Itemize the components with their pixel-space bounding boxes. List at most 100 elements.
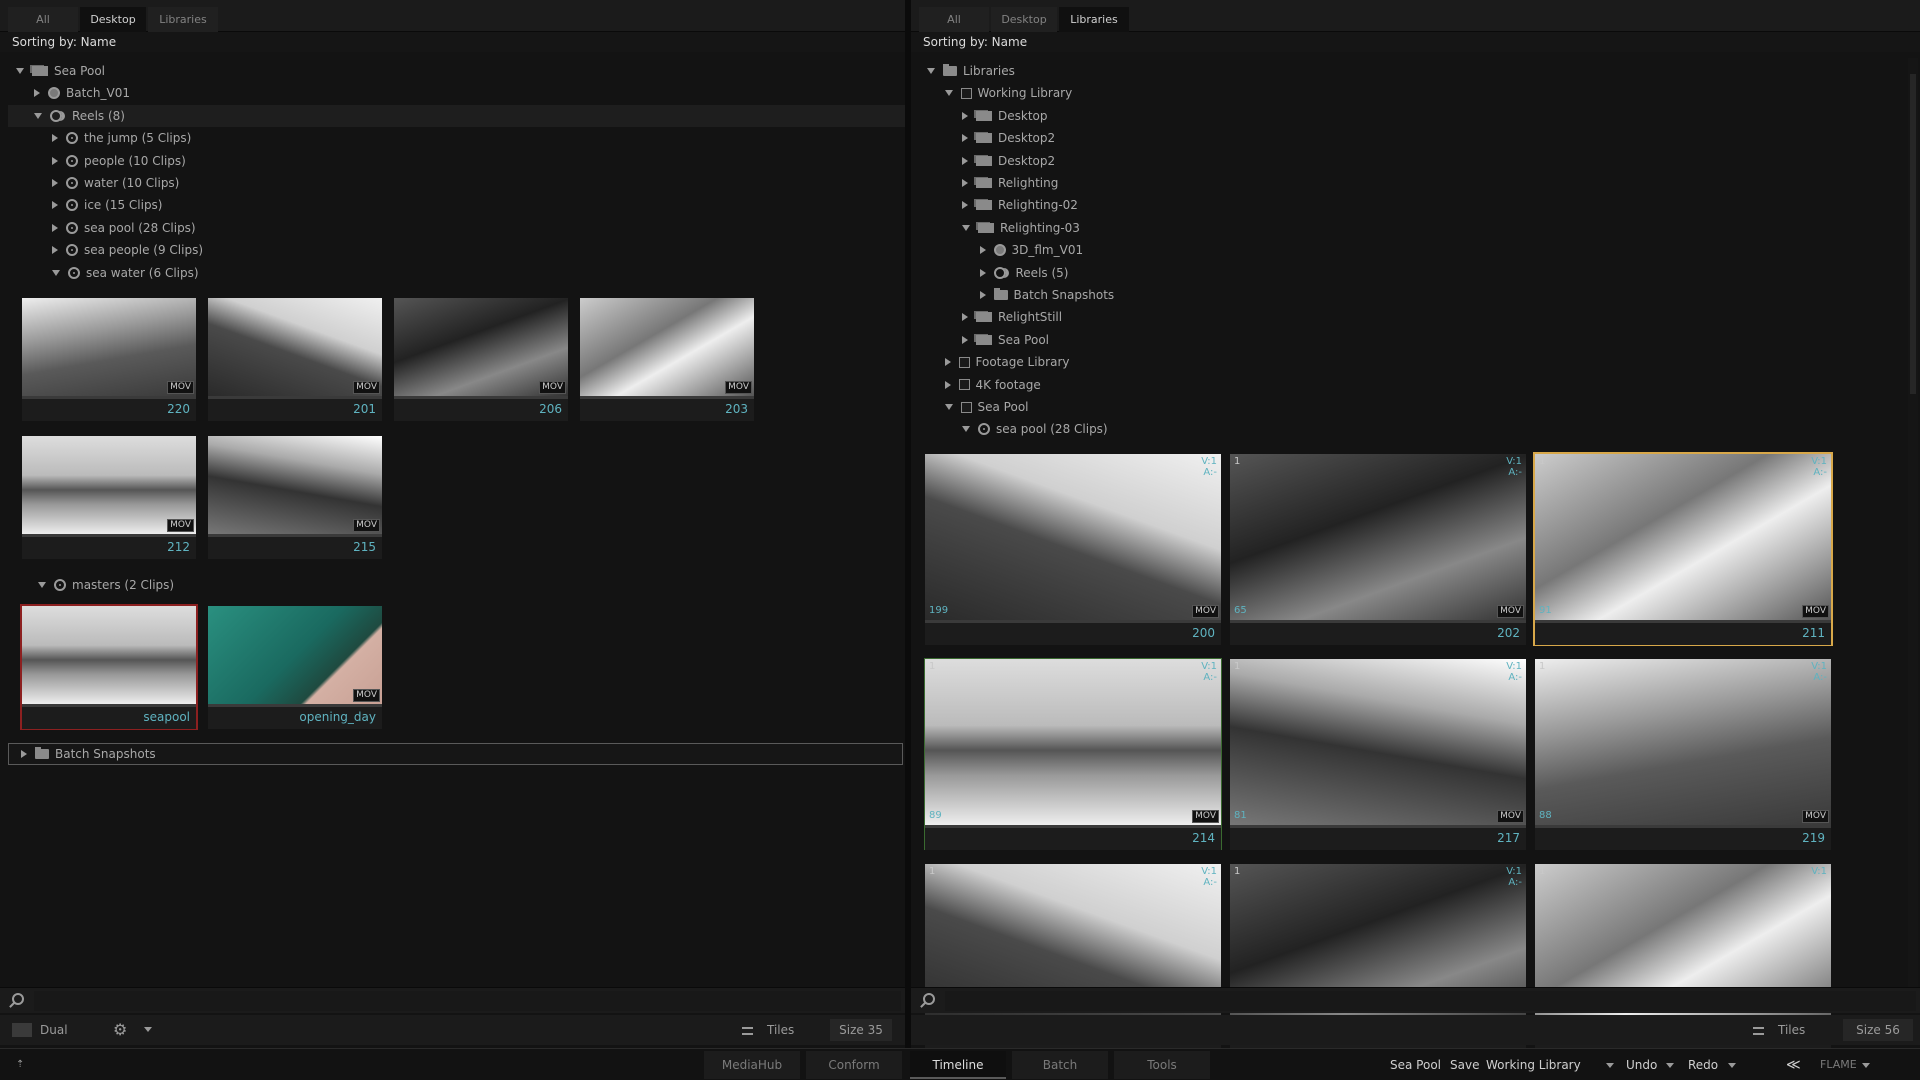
clip-thumbnail[interactable]: MOV 215 [208,436,382,559]
tab-tools[interactable]: Tools [1114,1051,1210,1079]
expand-triangle-icon[interactable] [962,335,968,344]
left-sorting-label[interactable]: Sorting by: Name [0,32,905,52]
expand-triangle-icon[interactable] [962,313,968,322]
expand-triangle-icon[interactable] [52,246,58,255]
chevron-down-icon[interactable] [1728,1049,1736,1080]
expand-triangle-icon[interactable] [34,112,42,119]
expand-triangle-icon[interactable] [944,90,953,97]
expand-triangle-icon[interactable] [52,269,60,276]
expand-up-icon[interactable]: ⇡ [16,1059,24,1070]
clip-thumbnail[interactable]: MOV 1 V:1 A:- 89 214 [924,658,1222,850]
expand-triangle-icon[interactable] [979,246,986,255]
clip-thumbnail[interactable]: MOV 1 V:1 A:- 88 219 [1535,659,1831,850]
library-selector[interactable]: Working Library [1486,1049,1581,1080]
clip-thumbnail[interactable]: MOV V:1 A:- 199 200 [925,454,1221,645]
tree-row[interactable]: sea people (9 Clips) [8,239,905,261]
tab-conform[interactable]: Conform [806,1051,902,1079]
tree-row[interactable]: RelightStill [919,306,1919,328]
tree-row[interactable]: 3D_flm_V01 [919,239,1919,261]
expand-triangle-icon[interactable] [979,291,986,299]
tree-row[interactable]: Sea Pool [8,60,905,82]
expand-triangle-icon[interactable] [52,223,58,232]
left-tab-desktop[interactable]: Desktop [80,7,146,32]
tab-timeline[interactable]: Timeline [910,1051,1006,1079]
tree-row[interactable]: ice (15 Clips) [8,194,905,216]
expand-triangle-icon[interactable] [16,68,24,74]
right-tiles-button[interactable]: Tiles [1753,1019,1805,1041]
expand-triangle-icon[interactable] [52,156,58,165]
tree-row[interactable]: people (10 Clips) [8,150,905,172]
gear-icon[interactable]: ⚙ [113,1020,127,1039]
tree-row[interactable]: Desktop2 [919,127,1919,149]
expand-triangle-icon[interactable] [962,134,968,143]
expand-triangle-icon[interactable] [34,89,40,98]
expand-triangle-icon[interactable] [962,111,968,120]
tree-row[interactable]: Relighting [919,172,1919,194]
expand-triangle-icon[interactable] [38,582,46,588]
tree-row[interactable]: sea pool (28 Clips) [8,217,905,239]
expand-triangle-icon[interactable] [21,750,27,758]
clip-thumbnail[interactable]: MOV 1 V:1 A:- 65 202 [1230,454,1526,645]
clip-thumbnail[interactable]: MOV 201 [208,298,382,421]
dual-toggle-icon[interactable] [12,1023,32,1037]
left-search-input[interactable] [34,991,901,1011]
chevron-down-icon[interactable] [1666,1049,1674,1080]
expand-triangle-icon[interactable] [962,156,968,165]
right-tab-all[interactable]: All [919,7,989,32]
chevron-down-icon[interactable] [1606,1049,1614,1080]
tree-row[interactable]: Libraries [919,60,1919,82]
right-size-field[interactable]: Size 56 [1843,1019,1913,1041]
expand-triangle-icon[interactable] [944,380,951,389]
batch-snapshots-row[interactable]: Batch Snapshots [8,743,903,765]
expand-triangle-icon[interactable] [962,179,968,187]
clip-thumbnail[interactable]: seapool [20,604,198,730]
tree-row[interactable]: 4K footage [919,374,1919,396]
right-tab-libraries[interactable]: Libraries [1059,7,1129,32]
chevron-down-icon[interactable] [1862,1049,1870,1080]
tree-row[interactable]: the jump (5 Clips) [8,127,905,149]
tree-row[interactable]: Working Library [919,82,1919,104]
clip-thumbnail[interactable]: MOV 220 [22,298,196,421]
left-size-field[interactable]: Size 35 [830,1019,892,1041]
tree-row[interactable]: water (10 Clips) [8,172,905,194]
chevron-down-icon[interactable] [144,1022,152,1036]
search-icon[interactable] [12,993,24,1005]
right-tab-desktop[interactable]: Desktop [991,7,1057,32]
expand-triangle-icon[interactable] [944,404,953,410]
expand-triangle-icon[interactable] [962,201,968,210]
expand-triangle-icon[interactable] [927,68,935,74]
expand-triangle-icon[interactable] [52,201,58,210]
save-button[interactable]: Save [1450,1049,1479,1080]
tree-row[interactable]: Batch Snapshots [919,284,1919,306]
tree-row[interactable]: Desktop2 [919,150,1919,172]
tree-row[interactable]: Sea Pool [919,396,1919,418]
clip-thumbnail[interactable]: MOV 1 V:1 A:- 81 217 [1230,659,1526,850]
clip-thumbnail[interactable]: MOV opening_day [208,606,382,729]
tree-row[interactable]: sea pool (28 Clips) [919,418,1919,440]
tree-row[interactable]: Reels (5) [919,262,1919,284]
tree-row[interactable]: Footage Library [919,351,1919,373]
tree-row[interactable]: Desktop [919,105,1919,127]
dual-label[interactable]: Dual [40,1023,68,1037]
expand-triangle-icon[interactable] [962,426,970,433]
left-tiles-button[interactable]: Tiles [742,1019,794,1041]
expand-triangle-icon[interactable] [52,134,58,143]
clip-thumbnail[interactable]: MOV 212 [22,436,196,559]
expand-triangle-icon[interactable] [52,179,58,187]
right-search-input[interactable] [945,991,1916,1011]
expand-triangle-icon[interactable] [944,358,951,367]
expand-triangle-icon[interactable] [962,224,970,231]
redo-button[interactable]: Redo [1688,1049,1718,1080]
search-icon[interactable] [923,993,935,1005]
expand-triangle-icon[interactable] [979,268,986,277]
clip-thumbnail[interactable]: MOV 1 V:1 A:- 91 211 [1533,452,1833,646]
left-tab-all[interactable]: All [8,7,78,32]
tab-batch[interactable]: Batch [1012,1051,1108,1079]
masters-reel-row[interactable]: masters (2 Clips) [8,574,905,596]
left-tab-libraries[interactable]: Libraries [148,7,218,32]
tab-mediahub[interactable]: MediaHub [704,1051,800,1079]
tree-row[interactable]: Reels (8) [8,104,905,127]
undo-button[interactable]: Undo [1626,1049,1657,1080]
clip-thumbnail[interactable]: MOV 203 [580,298,754,421]
tree-row[interactable]: Sea Pool [919,329,1919,351]
